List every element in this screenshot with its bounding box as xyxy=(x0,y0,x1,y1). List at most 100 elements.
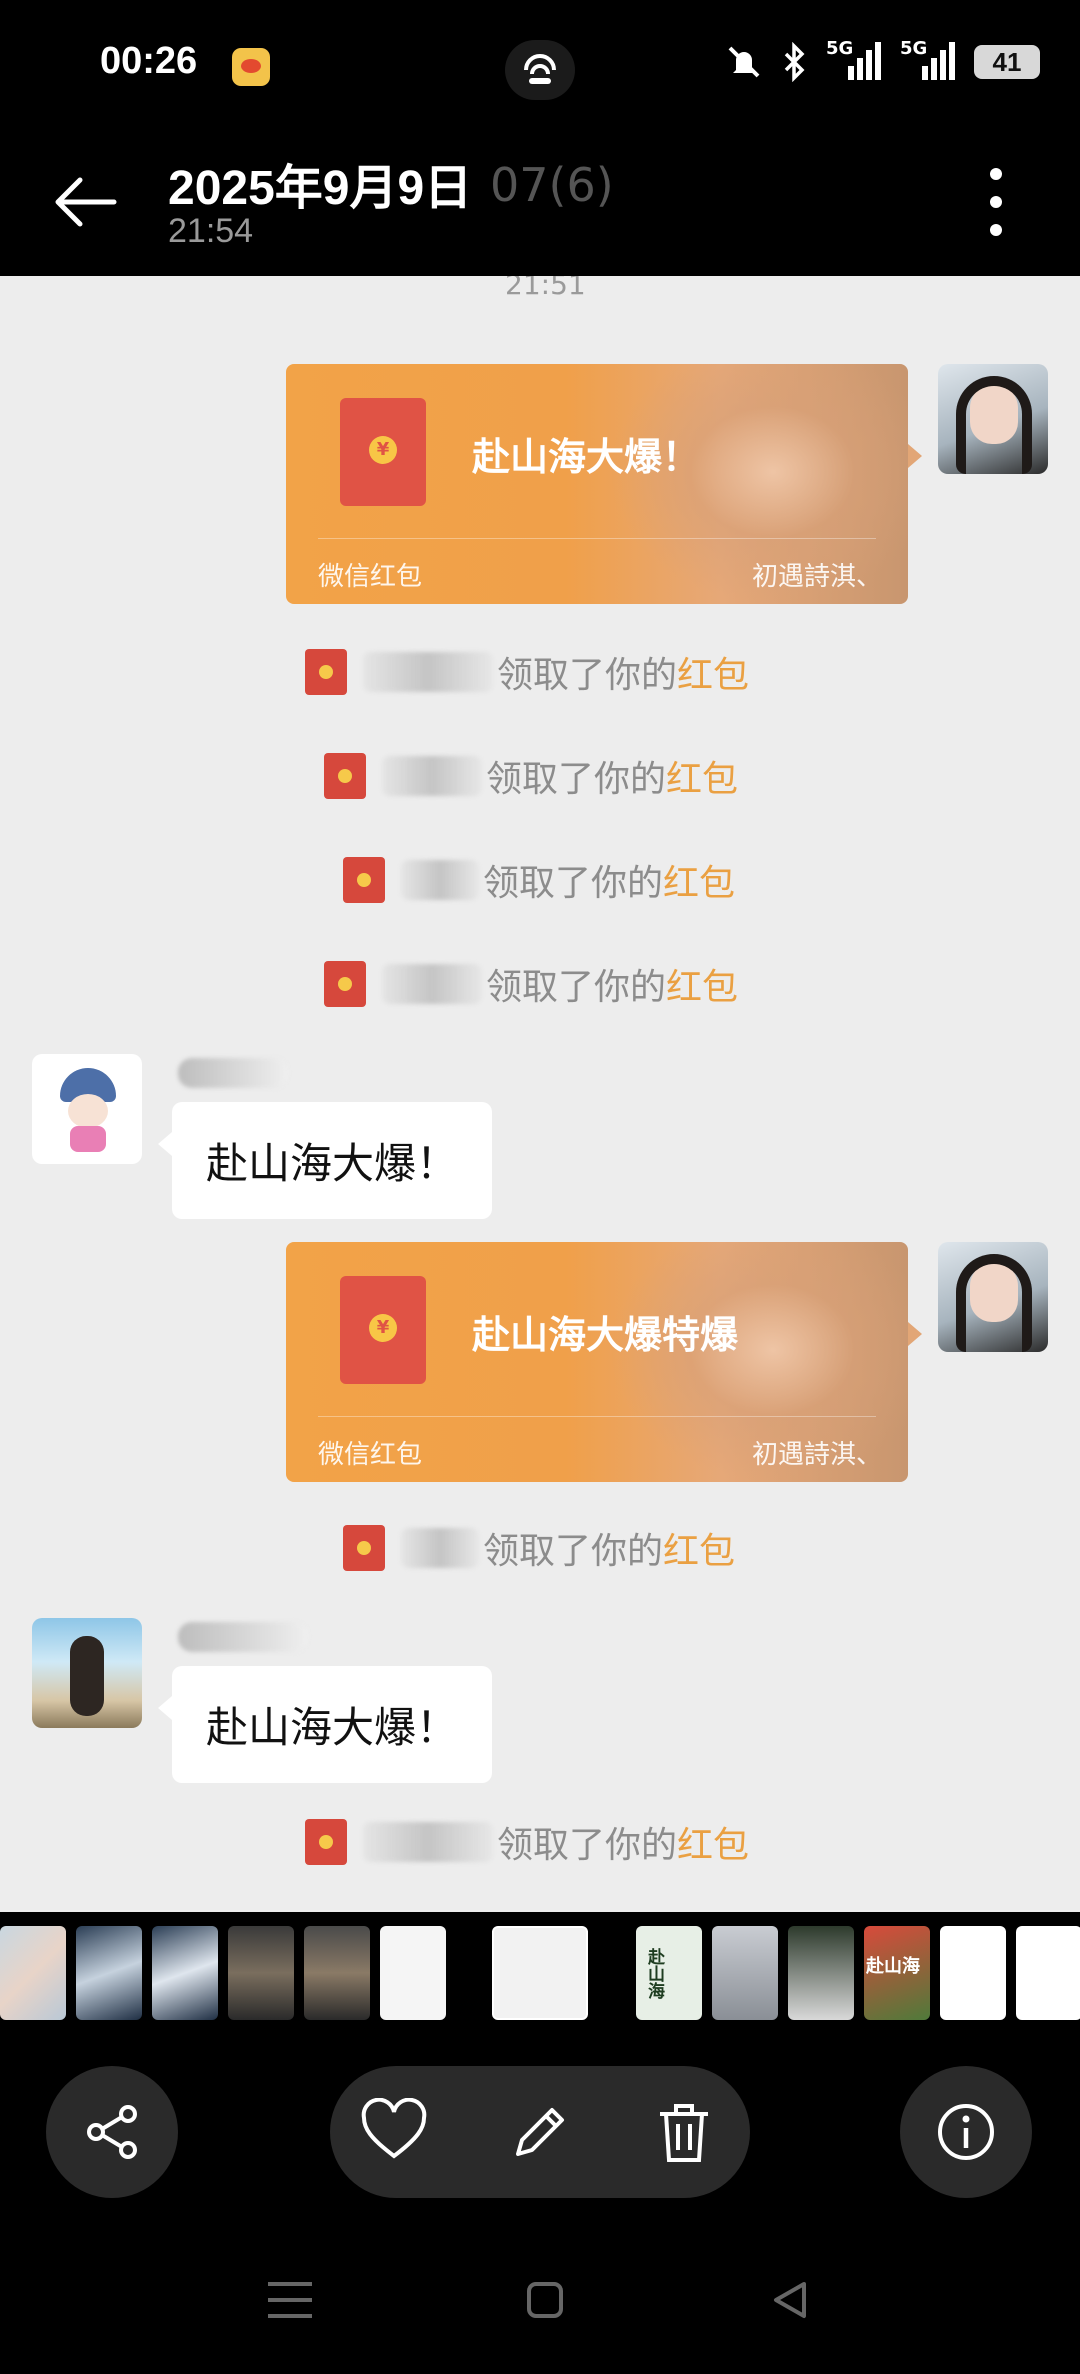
blurred-name xyxy=(401,1528,479,1568)
red-packet-link[interactable]: 红包 xyxy=(666,958,738,1010)
thumbnail[interactable]: 赴山海 xyxy=(864,1926,930,2020)
info-icon xyxy=(938,2104,994,2160)
status-bar: 00:26 5G 5G 41 xyxy=(0,0,1080,130)
notice-text: 领取了你的 xyxy=(483,863,664,904)
red-packet-card[interactable]: 赴山海大爆特爆 微信红包 初遇詩淇、 xyxy=(286,1242,908,1482)
blurred-name xyxy=(363,652,493,692)
red-packet-mini-icon xyxy=(343,857,385,903)
divider xyxy=(318,538,876,539)
back-arrow-icon[interactable] xyxy=(50,172,118,232)
thumbnail[interactable] xyxy=(712,1926,778,2020)
mute-icon xyxy=(728,46,760,78)
heart-icon[interactable] xyxy=(360,2098,428,2166)
red-packet-notice: 领取了你的 红包 xyxy=(324,958,738,1010)
thumbnail[interactable] xyxy=(304,1926,370,2020)
blurred-name xyxy=(401,860,479,900)
notice-text: 领取了你的 xyxy=(483,1531,664,1572)
thumbnail-text: 赴山海 xyxy=(644,1948,664,1999)
overlay-time: 21:51 xyxy=(505,276,586,301)
weibo-notification-icon xyxy=(232,48,270,86)
red-packet-mini-icon xyxy=(305,649,347,695)
info-button[interactable] xyxy=(900,2066,1032,2198)
thumbnail-text: 赴山海 xyxy=(866,1956,920,1977)
text-message-bubble[interactable]: 赴山海大爆！ xyxy=(157,1666,493,1783)
system-nav-bar xyxy=(0,2222,1080,2374)
red-packet-mini-icon xyxy=(343,1525,385,1571)
red-packet-cover-name: 初遇詩淇、 xyxy=(751,562,882,592)
red-packet-notice: 领取了你的 红包 xyxy=(305,646,749,698)
notice-text: 领取了你的 xyxy=(486,967,667,1008)
overlay-chat-title: 07(6) xyxy=(490,158,614,212)
blurred-nickname xyxy=(178,1058,288,1088)
pencil-icon[interactable] xyxy=(506,2098,574,2166)
status-time: 00:26 xyxy=(100,40,198,82)
red-packet-title: 赴山海大爆！ xyxy=(472,435,701,479)
message-text: 赴山海大爆！ xyxy=(206,1139,459,1188)
red-packet-title: 赴山海大爆特爆 xyxy=(472,1313,739,1357)
signal-2-label: 5G xyxy=(900,38,928,59)
notice-text: 领取了你的 xyxy=(497,1825,678,1866)
action-bar xyxy=(0,2022,1080,2222)
red-packet-mini-icon xyxy=(305,1819,347,1865)
red-packet-label: 微信红包 xyxy=(318,1440,423,1470)
page-subtitle: 21:54 xyxy=(168,212,254,250)
thumbnail[interactable] xyxy=(152,1926,218,2020)
thumbnail[interactable] xyxy=(0,1926,66,2020)
signal-1-icon: 5G xyxy=(826,38,882,82)
thumbnail[interactable] xyxy=(380,1926,446,2020)
chat-screenshot: 21:51 赴山海大爆！ 微信红包 初遇詩淇、 领取了你的红包 领取了你的红包 … xyxy=(0,276,1080,1912)
red-envelope-icon xyxy=(340,398,426,506)
red-packet-mini-icon xyxy=(324,753,366,799)
blurred-name xyxy=(382,964,482,1004)
nav-back-icon[interactable] xyxy=(768,2278,812,2322)
signal-1-label: 5G xyxy=(826,38,854,59)
avatar[interactable] xyxy=(32,1618,142,1728)
red-packet-card[interactable]: 赴山海大爆！ 微信红包 初遇詩淇、 xyxy=(286,364,908,604)
home-icon[interactable] xyxy=(525,2278,565,2322)
red-packet-link[interactable]: 红包 xyxy=(666,750,738,802)
bubble-tail xyxy=(908,1322,922,1346)
recent-apps-icon[interactable] xyxy=(262,2278,318,2322)
red-packet-link[interactable]: 红包 xyxy=(677,1816,749,1868)
red-envelope-icon xyxy=(340,1276,426,1384)
red-packet-notice: 领取了你的 红包 xyxy=(343,854,735,906)
share-icon xyxy=(87,2105,137,2159)
bubble-tail xyxy=(908,444,922,468)
red-packet-link[interactable]: 红包 xyxy=(677,646,749,698)
bluetooth-icon xyxy=(784,42,805,82)
thumbnail[interactable] xyxy=(788,1926,854,2020)
red-packet-link[interactable]: 红包 xyxy=(663,1522,735,1574)
action-group xyxy=(330,2066,750,2198)
status-right-icons: 5G 5G 41 xyxy=(724,38,1040,82)
viewer-header: 07(6) 2025年9月9日 21:54 xyxy=(0,130,1080,276)
more-options-icon[interactable] xyxy=(985,168,1005,238)
thumbnail[interactable] xyxy=(1016,1926,1080,2020)
notice-text: 领取了你的 xyxy=(497,655,678,696)
red-packet-mini-icon xyxy=(324,961,366,1007)
signal-2-icon: 5G xyxy=(900,38,956,82)
battery-icon: 41 xyxy=(974,45,1040,79)
text-message-bubble[interactable]: 赴山海大爆！ xyxy=(157,1102,493,1219)
red-packet-label: 微信红包 xyxy=(318,562,423,592)
avatar[interactable] xyxy=(938,1242,1048,1352)
blurred-name xyxy=(363,1822,493,1862)
message-text: 赴山海大爆！ xyxy=(206,1703,459,1752)
thumbnail[interactable] xyxy=(76,1926,142,2020)
thumbnail[interactable] xyxy=(940,1926,1006,2020)
share-button[interactable] xyxy=(46,2066,178,2198)
red-packet-notice: 领取了你的 红包 xyxy=(305,1816,749,1868)
red-packet-notice: 领取了你的 红包 xyxy=(343,1522,735,1574)
red-packet-link[interactable]: 红包 xyxy=(663,854,735,906)
red-packet-notice: 领取了你的 红包 xyxy=(324,750,738,802)
blurred-nickname xyxy=(178,1622,308,1652)
thumbnail-selected[interactable] xyxy=(492,1926,588,2020)
hotspot-icon xyxy=(524,54,556,84)
red-packet-cover-name: 初遇詩淇、 xyxy=(751,1440,882,1470)
avatar[interactable] xyxy=(32,1054,142,1164)
trash-icon[interactable] xyxy=(650,2098,718,2166)
thumbnail-strip[interactable]: 赴山海 赴山海 xyxy=(0,1912,1080,2022)
page-title: 2025年9月9日 xyxy=(168,162,473,215)
avatar[interactable] xyxy=(938,364,1048,474)
thumbnail[interactable] xyxy=(228,1926,294,2020)
thumbnail[interactable]: 赴山海 xyxy=(636,1926,702,2020)
